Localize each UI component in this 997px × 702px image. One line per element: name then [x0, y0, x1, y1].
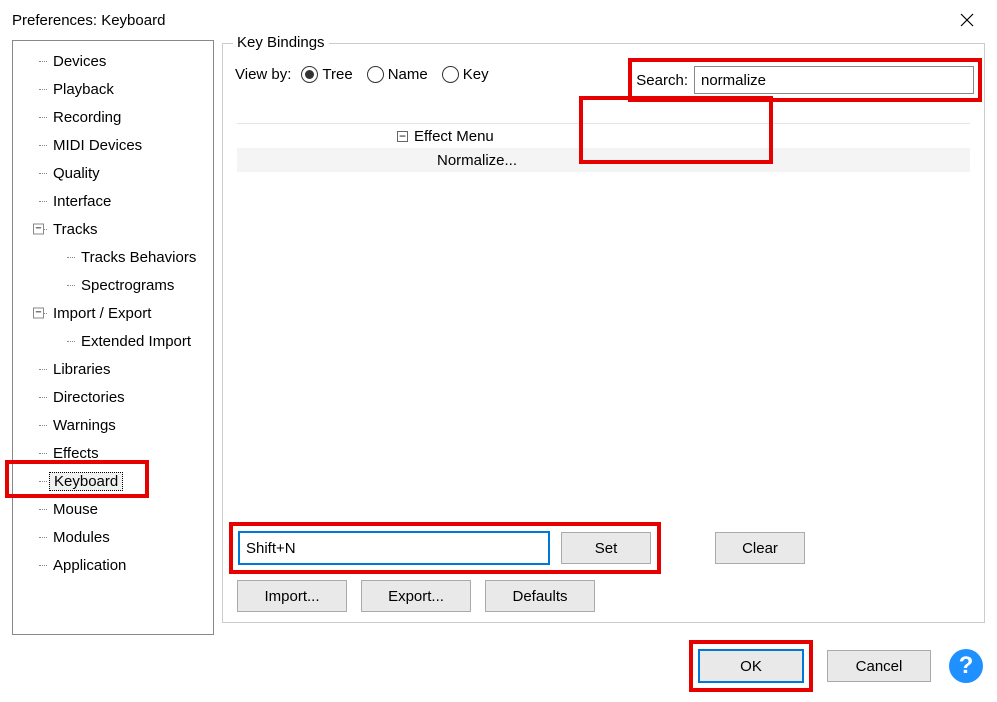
tree-parent-label: Effect Menu: [414, 128, 494, 145]
sidebar-item-label: Application: [49, 557, 130, 574]
sidebar-item-label: Effects: [49, 445, 103, 462]
sidebar-item-label: Directories: [49, 389, 129, 406]
sidebar-item-label: Modules: [49, 529, 114, 546]
radio-icon: [367, 66, 384, 83]
sidebar-item-mouse[interactable]: Mouse: [13, 495, 213, 523]
search-input[interactable]: [694, 66, 974, 94]
sidebar-item-tracks-behaviors[interactable]: Tracks Behaviors: [13, 243, 213, 271]
shortcut-input[interactable]: [239, 532, 549, 564]
radio-icon: [301, 66, 318, 83]
sidebar-item-label: Warnings: [49, 417, 120, 434]
sidebar-item-extended-import[interactable]: Extended Import: [13, 327, 213, 355]
sidebar-item-application[interactable]: Application: [13, 551, 213, 579]
export-button[interactable]: Export...: [361, 580, 471, 612]
key-bindings-panel: Key Bindings View by: TreeNameKey Search…: [222, 40, 985, 635]
close-icon: [960, 13, 974, 27]
results-highlight: [583, 100, 769, 160]
radio-label: Key: [463, 66, 489, 83]
sidebar-item-label: Playback: [49, 81, 118, 98]
sidebar-item-label: Spectrograms: [77, 277, 178, 294]
close-button[interactable]: [947, 6, 987, 34]
search-label: Search:: [636, 72, 688, 89]
sidebar-item-effects[interactable]: Effects: [13, 439, 213, 467]
sidebar-item-spectrograms[interactable]: Spectrograms: [13, 271, 213, 299]
cancel-button[interactable]: Cancel: [827, 650, 931, 682]
sidebar-item-label: Devices: [49, 53, 110, 70]
view-by-row: View by: Tree Name Key: [235, 66, 489, 83]
view-by-label: View by:: [235, 66, 291, 83]
window-title: Preferences: Keyboard: [12, 12, 165, 29]
defaults-button[interactable]: Defaults: [485, 580, 595, 612]
sidebar-item-label: Mouse: [49, 501, 102, 518]
search-area: Search:: [632, 62, 978, 98]
sidebar-item-label: MIDI Devices: [49, 137, 146, 154]
titlebar: Preferences: Keyboard: [0, 0, 997, 40]
set-button[interactable]: Set: [561, 532, 651, 564]
viewby-radio-name[interactable]: Name: [367, 66, 428, 83]
sidebar-item-quality[interactable]: Quality: [13, 159, 213, 187]
sidebar-item-recording[interactable]: Recording: [13, 103, 213, 131]
sidebar-item-label: Interface: [49, 193, 115, 210]
sidebar-highlight: [9, 464, 145, 494]
sidebar-item-import-export[interactable]: −Import / Export: [13, 299, 213, 327]
sidebar-item-playback[interactable]: Playback: [13, 75, 213, 103]
radio-label: Tree: [322, 66, 352, 83]
sidebar-item-label: Import / Export: [49, 305, 155, 322]
dialog-footer: OK Cancel ?: [693, 644, 983, 688]
sidebar-item-label: Tracks Behaviors: [77, 249, 200, 266]
io-row: Import... Export... Defaults: [237, 580, 595, 612]
import-button[interactable]: Import...: [237, 580, 347, 612]
viewby-radio-key[interactable]: Key: [442, 66, 489, 83]
sidebar-item-tracks[interactable]: −Tracks: [13, 215, 213, 243]
ok-button[interactable]: OK: [699, 650, 803, 682]
viewby-radio-tree[interactable]: Tree: [301, 66, 352, 83]
radio-label: Name: [388, 66, 428, 83]
sidebar-item-label: Extended Import: [77, 333, 195, 350]
collapse-icon[interactable]: −: [33, 224, 44, 235]
preferences-tree[interactable]: Devices Playback Recording MIDI Devices Qual…: [12, 40, 214, 635]
sidebar-item-modules[interactable]: Modules: [13, 523, 213, 551]
sidebar-item-label: Quality: [49, 165, 104, 182]
sidebar-item-label: Libraries: [49, 361, 115, 378]
sidebar-item-warnings[interactable]: Warnings: [13, 411, 213, 439]
clear-button[interactable]: Clear: [715, 532, 805, 564]
shortcut-row: Set: [233, 526, 657, 570]
help-button[interactable]: ?: [949, 649, 983, 683]
radio-icon: [442, 66, 459, 83]
bindings-tree[interactable]: − Effect Menu Normalize...: [237, 106, 970, 496]
sidebar-item-devices[interactable]: Devices: [13, 47, 213, 75]
sidebar-item-midi-devices[interactable]: MIDI Devices: [13, 131, 213, 159]
collapse-icon[interactable]: −: [33, 308, 44, 319]
tree-child-label: Normalize...: [437, 152, 517, 169]
sidebar-item-directories[interactable]: Directories: [13, 383, 213, 411]
sidebar-item-interface[interactable]: Interface: [13, 187, 213, 215]
sidebar-item-libraries[interactable]: Libraries: [13, 355, 213, 383]
collapse-icon[interactable]: −: [397, 131, 408, 142]
sidebar-item-label: Tracks: [49, 221, 101, 238]
sidebar-item-label: Recording: [49, 109, 125, 126]
groupbox-title: Key Bindings: [233, 34, 329, 51]
